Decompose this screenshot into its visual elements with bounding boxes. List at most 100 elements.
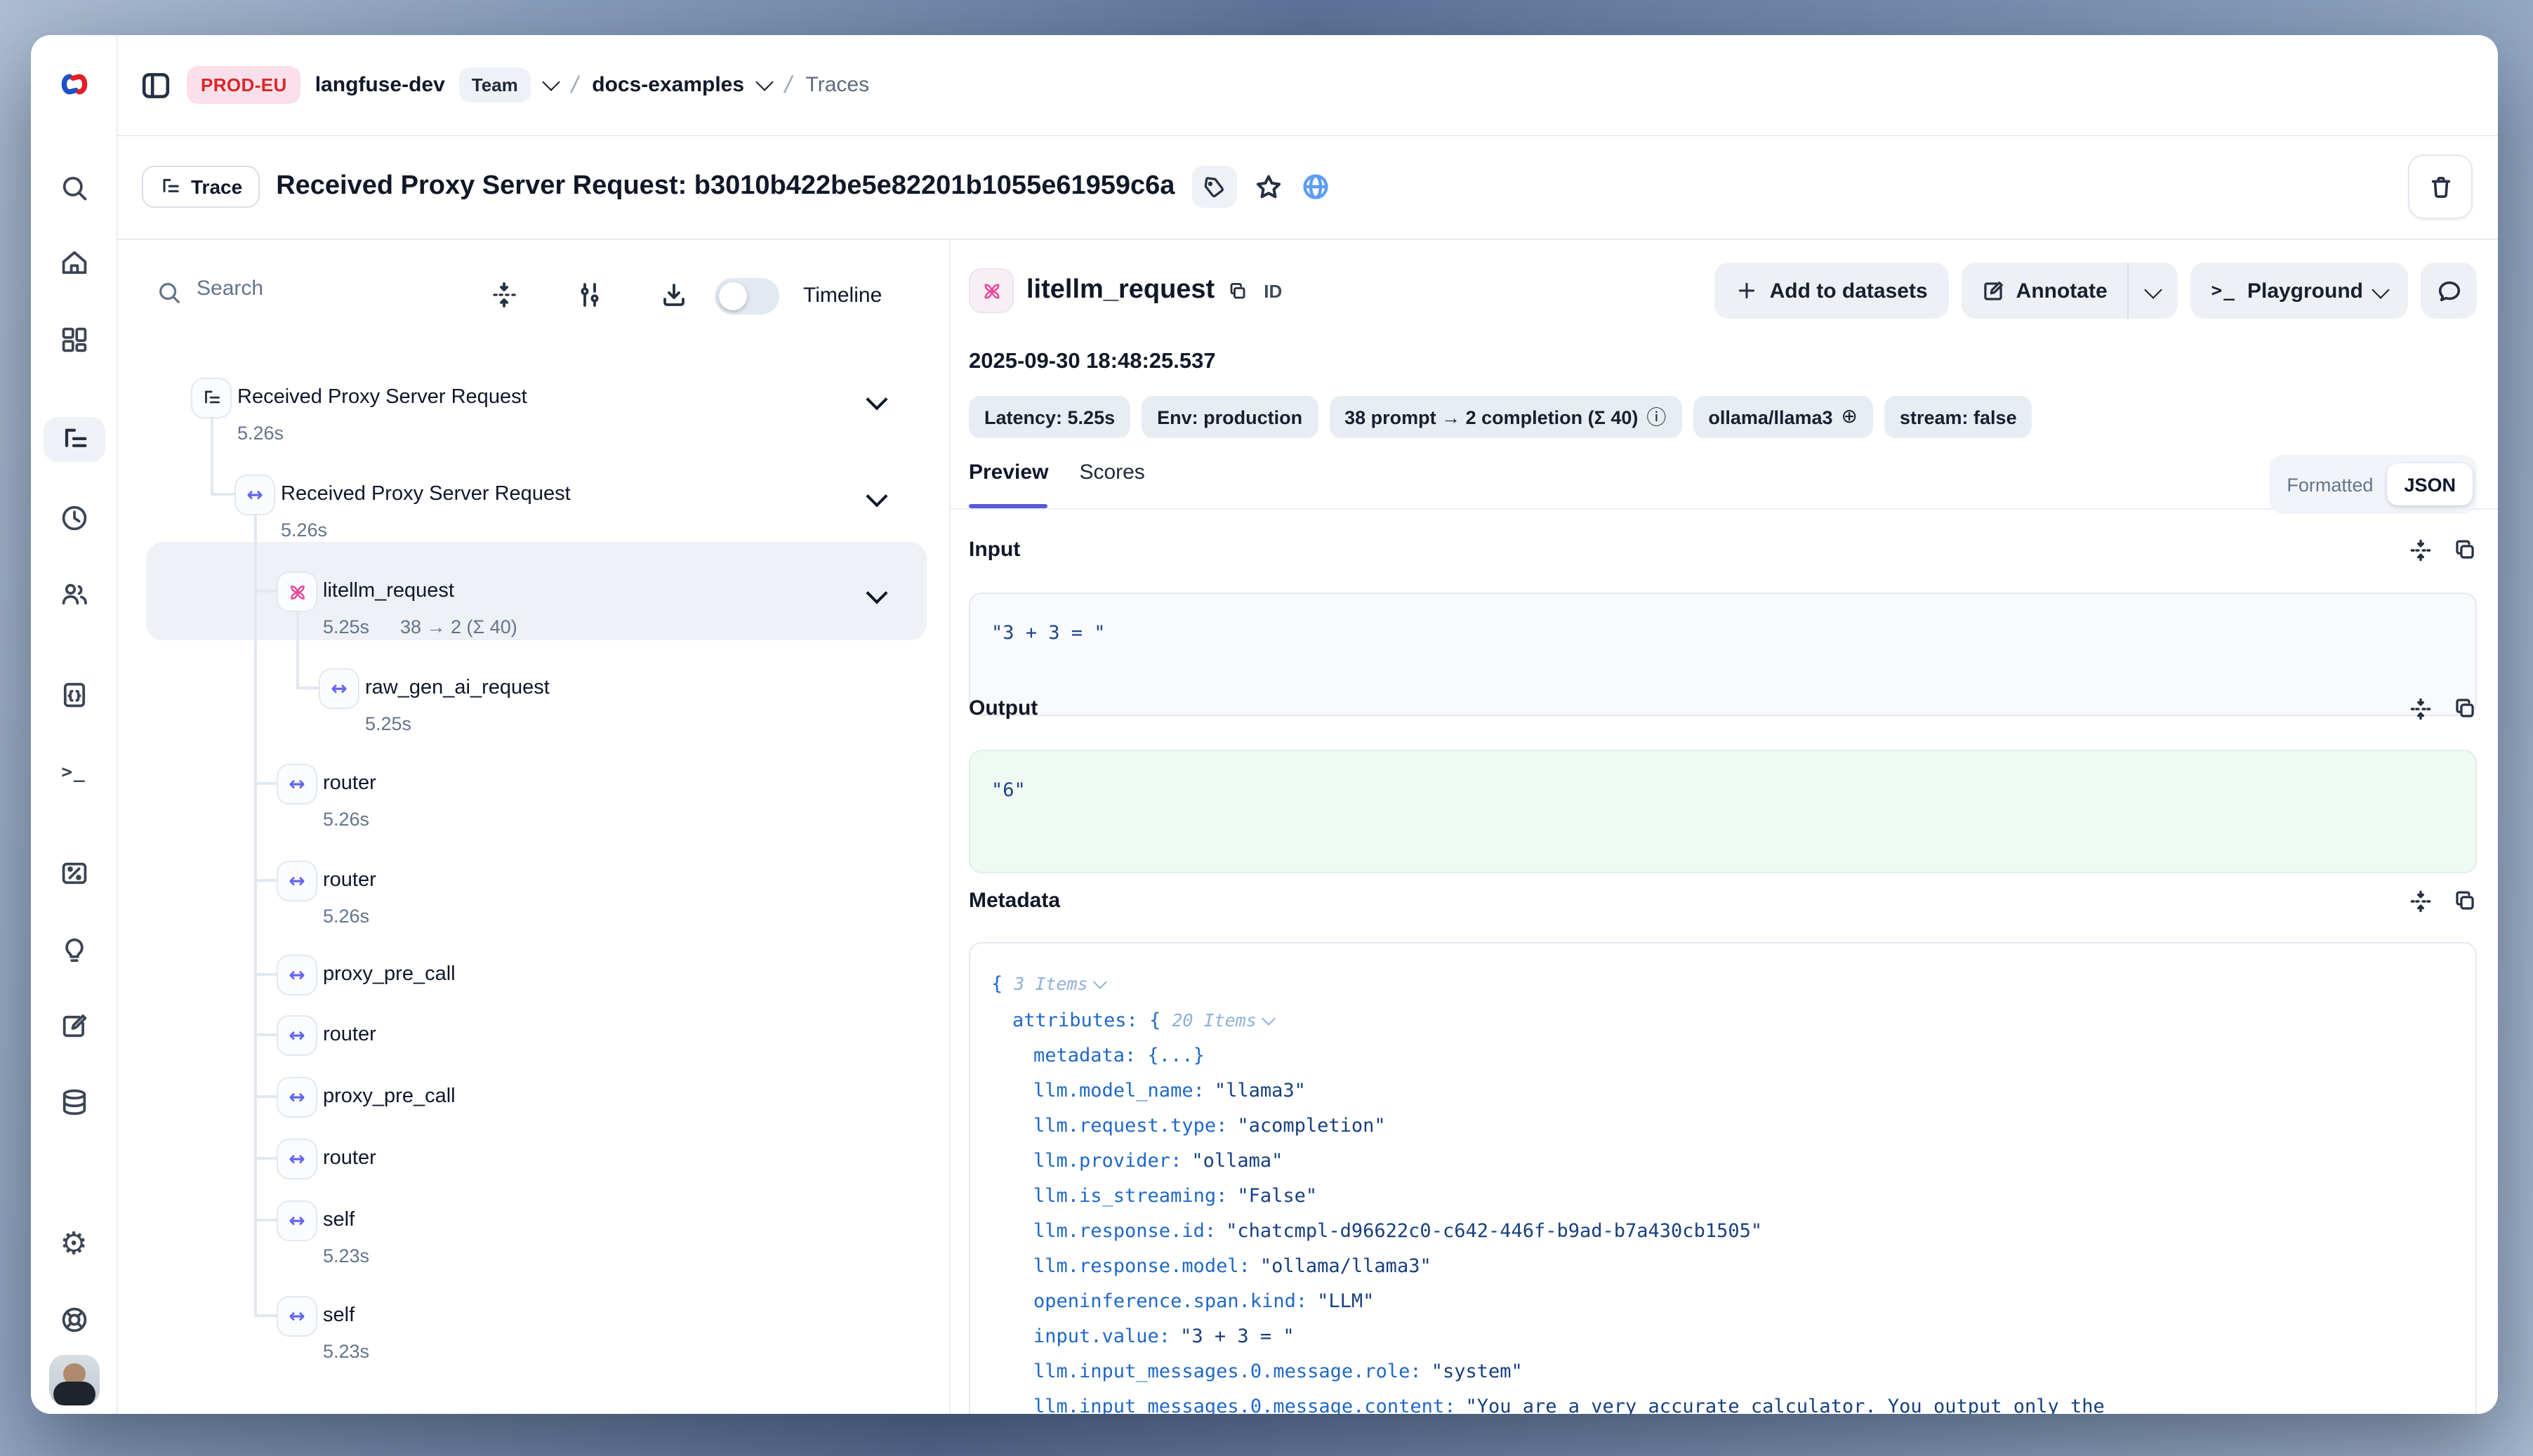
project-name[interactable]: docs-examples bbox=[592, 73, 744, 97]
json-line: llm.request.type:"acompletion" bbox=[991, 1109, 2475, 1144]
span-node-icon: ↔ bbox=[277, 1015, 317, 1056]
org-chevron-down-icon[interactable] bbox=[542, 73, 560, 91]
nav-search-icon[interactable] bbox=[31, 171, 117, 205]
tree-settings-icon[interactable] bbox=[576, 281, 604, 309]
expand-chevron-icon[interactable] bbox=[1262, 1012, 1276, 1026]
nav-dashboards-icon[interactable] bbox=[31, 323, 117, 357]
add-to-datasets-button[interactable]: Add to datasets bbox=[1715, 263, 1949, 319]
copy-id-icon[interactable] bbox=[1227, 280, 1248, 301]
collapse-all-icon[interactable] bbox=[490, 281, 518, 309]
json-line: llm.input_messages.0.message.role:"syste… bbox=[991, 1355, 2475, 1390]
metadata-json-viewer[interactable]: {3 Items attributes: {20 Items metadata:… bbox=[969, 942, 2477, 1414]
input-section-label: Input bbox=[969, 538, 1020, 562]
trace-badge-label: Trace bbox=[191, 176, 242, 198]
collapse-section-icon[interactable] bbox=[2408, 696, 2433, 722]
public-globe-icon[interactable] bbox=[1299, 171, 1330, 202]
format-toggle: Formatted JSON bbox=[2268, 455, 2477, 514]
timeline-toggle[interactable] bbox=[715, 278, 779, 315]
project-chevron-down-icon[interactable] bbox=[755, 73, 773, 91]
span-node-icon: ↔ bbox=[277, 1296, 317, 1337]
nav-datasets-icon[interactable] bbox=[31, 1085, 117, 1119]
trace-title: Received Proxy Server Request: b3010b422… bbox=[276, 171, 1175, 202]
json-line: llm.is_streaming:"False" bbox=[991, 1179, 2475, 1215]
annotate-dropdown[interactable] bbox=[2127, 263, 2178, 319]
toggle-knob bbox=[719, 282, 747, 310]
download-icon[interactable] bbox=[660, 281, 688, 309]
nav-prompts-icon[interactable] bbox=[31, 678, 117, 712]
sidebar-toggle-icon[interactable] bbox=[139, 68, 173, 102]
nav-support-icon[interactable] bbox=[31, 1303, 117, 1337]
app-window: >_ ⚙ PROD-EU langfuse-dev Team / docs-ex… bbox=[31, 35, 2498, 1414]
latency-badge: Latency: 5.25s bbox=[969, 396, 1130, 438]
copy-section-icon[interactable] bbox=[2453, 538, 2477, 563]
output-value-box[interactable]: "6" bbox=[969, 750, 2477, 873]
generation-node-icon bbox=[277, 571, 317, 612]
output-value: "6" bbox=[991, 779, 2454, 802]
json-line[interactable]: attributes: {20 Items bbox=[991, 1002, 2475, 1039]
observation-timestamp: 2025-09-30 18:48:25.537 bbox=[969, 350, 1216, 375]
tree-connector bbox=[254, 514, 256, 1316]
id-label: ID bbox=[1264, 280, 1282, 301]
org-type-chip: Team bbox=[459, 67, 531, 102]
observation-tree-panel: Timeline Received Proxy Server Request 5… bbox=[117, 239, 949, 1414]
tree-connector bbox=[254, 782, 277, 784]
tree-connector bbox=[254, 1314, 277, 1316]
generation-icon bbox=[969, 268, 1014, 313]
tag-icon[interactable] bbox=[1191, 166, 1236, 208]
top-navigation: PROD-EU langfuse-dev Team / docs-example… bbox=[117, 35, 2498, 135]
user-avatar[interactable] bbox=[49, 1355, 100, 1405]
tab-preview[interactable]: Preview bbox=[969, 461, 1048, 501]
span-node-icon: ↔ bbox=[277, 955, 317, 995]
nav-annotation-icon[interactable] bbox=[31, 1010, 117, 1043]
info-icon: ⓘ bbox=[1646, 403, 1666, 431]
model-badge[interactable]: ollama/llama3⊕ bbox=[1693, 396, 1873, 438]
star-icon[interactable] bbox=[1253, 172, 1283, 201]
detail-tabs: Preview Scores bbox=[969, 461, 1145, 501]
comments-button[interactable] bbox=[2421, 263, 2477, 319]
input-value-box[interactable]: "3 + 3 = " bbox=[969, 593, 2477, 716]
nav-tracing-icon[interactable] bbox=[31, 423, 117, 456]
langfuse-logo bbox=[31, 67, 117, 101]
nav-playground-icon[interactable]: >_ bbox=[31, 755, 117, 789]
breadcrumb-separator: / bbox=[569, 71, 581, 99]
nav-sessions-icon[interactable] bbox=[31, 501, 117, 535]
trace-type-badge: Trace bbox=[142, 166, 259, 208]
expand-chevron-icon[interactable] bbox=[1093, 975, 1107, 989]
json-line: llm.response.id:"chatcmpl-d96622c0-c642-… bbox=[991, 1215, 2475, 1250]
json-line[interactable]: metadata: {...} bbox=[991, 1039, 2475, 1074]
json-line: llm.input_messages.0.message.content:"Yo… bbox=[991, 1390, 2475, 1414]
json-line: openinference.span.kind:"LLM" bbox=[991, 1285, 2475, 1320]
environment-badge: PROD-EU bbox=[187, 66, 301, 104]
copy-section-icon[interactable] bbox=[2453, 889, 2477, 914]
format-formatted-option[interactable]: Formatted bbox=[2273, 474, 2387, 495]
json-line[interactable]: {3 Items bbox=[991, 966, 2475, 1002]
token-usage-badge[interactable]: 38 prompt → 2 completion (Σ 40)ⓘ bbox=[1329, 396, 1681, 438]
search-icon bbox=[156, 279, 183, 306]
collapse-section-icon[interactable] bbox=[2408, 889, 2433, 914]
chevron-down-icon[interactable] bbox=[866, 388, 887, 410]
tree-connector bbox=[296, 687, 319, 689]
format-json-option[interactable]: JSON bbox=[2387, 463, 2473, 505]
delete-trace-button[interactable] bbox=[2408, 154, 2473, 219]
json-line: input.value:"3 + 3 = " bbox=[991, 1320, 2475, 1355]
organization-name[interactable]: langfuse-dev bbox=[315, 73, 445, 97]
copy-section-icon[interactable] bbox=[2453, 696, 2477, 722]
span-node-icon: ↔ bbox=[277, 1077, 317, 1118]
playground-button[interactable]: >_ Playground bbox=[2190, 263, 2408, 319]
breadcrumb-section[interactable]: Traces bbox=[806, 73, 870, 97]
nav-insights-icon[interactable] bbox=[31, 934, 117, 967]
tab-scores[interactable]: Scores bbox=[1079, 461, 1144, 501]
search-input[interactable] bbox=[194, 275, 466, 302]
collapse-section-icon[interactable] bbox=[2408, 538, 2433, 563]
chevron-down-icon[interactable] bbox=[866, 485, 887, 507]
nav-users-icon[interactable] bbox=[31, 577, 117, 611]
span-node-icon: ↔ bbox=[277, 1200, 317, 1241]
nav-home-icon[interactable] bbox=[31, 246, 117, 279]
annotate-button[interactable]: Annotate bbox=[1962, 263, 2127, 319]
tree-connector bbox=[211, 417, 213, 494]
nav-evaluation-icon[interactable] bbox=[31, 856, 117, 890]
input-value: "3 + 3 = " bbox=[991, 622, 2454, 644]
nav-settings-icon[interactable]: ⚙ bbox=[31, 1229, 117, 1262]
sidebar-rail: >_ ⚙ bbox=[31, 35, 117, 1414]
annotate-button-group: Annotate bbox=[1962, 263, 2178, 319]
